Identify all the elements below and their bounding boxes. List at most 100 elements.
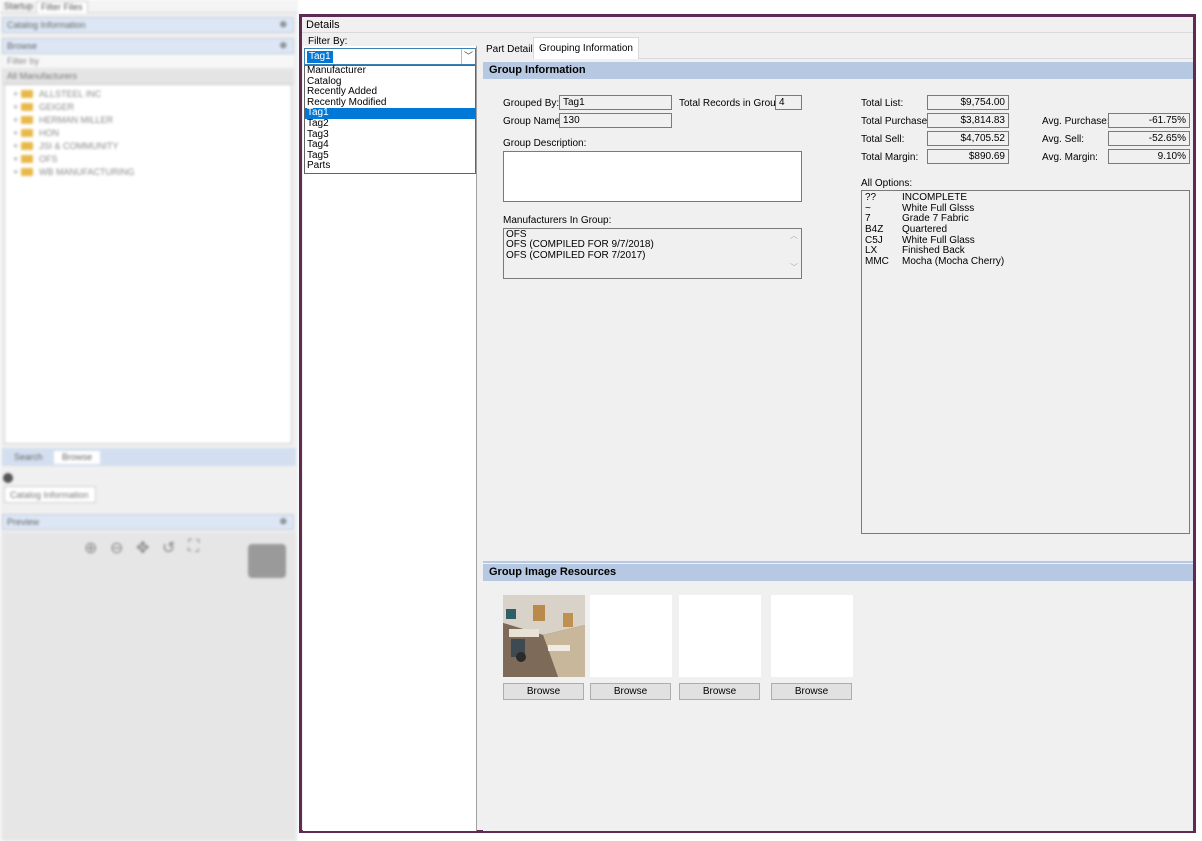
- filter-by-combobox[interactable]: Tag1 ﹀: [304, 48, 476, 65]
- expand-icon[interactable]: +: [13, 115, 21, 125]
- pin-icon[interactable]: ⊕: [279, 40, 287, 51]
- tree-item-label: WB MANUFACTURING: [39, 167, 135, 177]
- fit-icon[interactable]: ⛶: [188, 538, 199, 556]
- tree-item-label: ALLSTEEL INC: [39, 89, 102, 99]
- expand-icon[interactable]: +: [13, 154, 21, 164]
- tab-grouping-information[interactable]: Grouping Information: [533, 37, 639, 60]
- empty-image-slot[interactable]: [771, 595, 853, 677]
- folder-icon: [21, 155, 33, 163]
- preview-title: Preview: [7, 517, 40, 527]
- manufacturers-in-group-list[interactable]: OFS OFS (COMPILED FOR 9/7/2018) OFS (COM…: [503, 228, 802, 279]
- tab-filter-files[interactable]: Filter Files: [36, 1, 88, 13]
- empty-image-slot[interactable]: [679, 595, 761, 677]
- expand-icon[interactable]: +: [13, 167, 21, 177]
- details-tabs: Part Details Grouping Information: [481, 37, 1193, 60]
- dropdown-option-selected[interactable]: Tag1: [305, 108, 475, 119]
- empty-image-slot[interactable]: [590, 595, 672, 677]
- folder-icon: [21, 116, 33, 124]
- grouped-by-label: Grouped By:: [503, 98, 560, 109]
- option-code: MMC: [865, 256, 889, 268]
- option-description: White Full Glsss: [902, 202, 975, 214]
- all-options-list[interactable]: ?? INCOMPLETE ~ White Full Glsss 7 Grade 7 …: [861, 190, 1190, 534]
- folder-icon: [21, 103, 33, 111]
- rotate-icon[interactable]: ↺: [162, 538, 175, 558]
- total-list-field[interactable]: $9,754.00: [927, 95, 1009, 110]
- catalog-information-header: Catalog Information ⊕: [2, 17, 294, 33]
- folder-icon: [21, 142, 33, 150]
- tab-catalog-information[interactable]: Catalog Information: [4, 486, 96, 503]
- chevron-down-icon[interactable]: ﹀: [461, 49, 475, 64]
- filter-selected-value: Tag1: [307, 51, 333, 63]
- option-row[interactable]: MMC Mocha (Mocha Cherry): [865, 256, 1186, 268]
- total-margin-label: Total Margin:: [861, 152, 919, 163]
- pin-icon[interactable]: ⊕: [279, 516, 287, 527]
- group-description-label: Group Description:: [503, 138, 587, 149]
- group-name-field[interactable]: 130: [559, 113, 672, 128]
- dropdown-option[interactable]: Tag3: [305, 129, 475, 141]
- grouped-by-field[interactable]: Tag1: [559, 95, 672, 110]
- total-sell-field[interactable]: $4,705.52: [927, 131, 1009, 146]
- group-image-resources-header: Group Image Resources: [483, 564, 1193, 581]
- dropdown-option[interactable]: Tag4: [305, 140, 475, 151]
- total-list-label: Total List:: [861, 98, 904, 109]
- tree-item-label: OFS: [39, 154, 58, 164]
- tree-item[interactable]: + JSI & COMMUNITY: [13, 141, 119, 153]
- expand-icon[interactable]: +: [13, 141, 21, 151]
- tab-browse[interactable]: Browse: [54, 451, 101, 464]
- zoom-in-icon[interactable]: ⊕: [84, 538, 97, 558]
- tree-item[interactable]: + HERMAN MILLER: [13, 115, 113, 127]
- avg-sell-label: Avg. Sell:: [1042, 134, 1085, 145]
- zoom-out-icon[interactable]: ⊖: [110, 538, 123, 558]
- total-purchase-field[interactable]: $3,814.83: [927, 113, 1009, 128]
- tree-item[interactable]: + GEIGER: [13, 102, 74, 114]
- browse-button[interactable]: Browse: [771, 683, 852, 700]
- browse-button[interactable]: Browse: [590, 683, 671, 700]
- manufacturer-tree[interactable]: + ALLSTEEL INC + GEIGER + HERMAN MILLER + HO…: [4, 84, 292, 444]
- filter-by-row[interactable]: Filter by: [2, 55, 294, 69]
- tree-item[interactable]: + ALLSTEEL INC: [13, 89, 101, 101]
- left-bottom-tabs: Search Browse: [2, 448, 296, 466]
- pan-icon[interactable]: ✥: [136, 538, 149, 558]
- tree-item[interactable]: + OFS: [13, 154, 58, 166]
- total-records-field[interactable]: 4: [775, 95, 802, 110]
- browse-title: Browse: [7, 41, 38, 51]
- option-description: White Full Glass: [902, 234, 975, 246]
- avg-margin-label: Avg. Margin:: [1042, 152, 1098, 163]
- total-margin-field[interactable]: $890.69: [927, 149, 1009, 164]
- all-options-label: All Options:: [861, 178, 913, 189]
- left-pane: Startup Filter Files Catalog Information…: [0, 0, 298, 841]
- avg-purchase-field[interactable]: -61.75%: [1108, 113, 1190, 128]
- group-image-thumbnail[interactable]: [503, 595, 585, 677]
- dropdown-option[interactable]: Tag5: [305, 150, 475, 162]
- dropdown-option[interactable]: Recently Modified: [305, 97, 475, 109]
- group-name-label: Group Name:: [503, 116, 564, 127]
- group-description-field[interactable]: [503, 151, 802, 202]
- expand-icon[interactable]: +: [13, 128, 21, 138]
- option-description: Quartered: [902, 224, 948, 236]
- filter-dropdown-list[interactable]: Manufacturer Catalog Recently Added Rece…: [304, 65, 476, 174]
- tab-startup[interactable]: Startup: [0, 1, 37, 13]
- expand-icon[interactable]: +: [13, 102, 21, 112]
- office-workstation-image: [503, 595, 585, 677]
- browse-button[interactable]: Browse: [503, 683, 584, 700]
- settings-icon[interactable]: [3, 473, 13, 483]
- view-cube-icon[interactable]: [248, 544, 286, 578]
- folder-icon: [21, 90, 33, 98]
- avg-sell-field[interactable]: -52.65%: [1108, 131, 1190, 146]
- tab-search[interactable]: Search: [6, 451, 51, 464]
- details-title: Details: [302, 17, 1193, 33]
- browse-button[interactable]: Browse: [679, 683, 760, 700]
- scrollbar[interactable]: ︿ ﹀: [789, 231, 799, 277]
- all-manufacturers-row[interactable]: All Manufacturers: [2, 70, 294, 84]
- tree-item[interactable]: + HON: [13, 128, 59, 140]
- avg-margin-field[interactable]: 9.10%: [1108, 149, 1190, 164]
- expand-icon[interactable]: +: [13, 89, 21, 99]
- dropdown-option[interactable]: Parts: [305, 161, 475, 172]
- avg-purchase-label: Avg. Purchase:: [1042, 116, 1110, 127]
- tree-item-label: JSI & COMMUNITY: [39, 141, 119, 151]
- dropdown-option[interactable]: Tag2: [305, 118, 475, 130]
- tree-item[interactable]: + WB MANUFACTURING: [13, 167, 135, 179]
- browse-header: Browse ⊕: [2, 38, 294, 54]
- pin-icon[interactable]: ⊕: [279, 19, 287, 30]
- dropdown-option[interactable]: Manufacturer: [305, 65, 475, 77]
